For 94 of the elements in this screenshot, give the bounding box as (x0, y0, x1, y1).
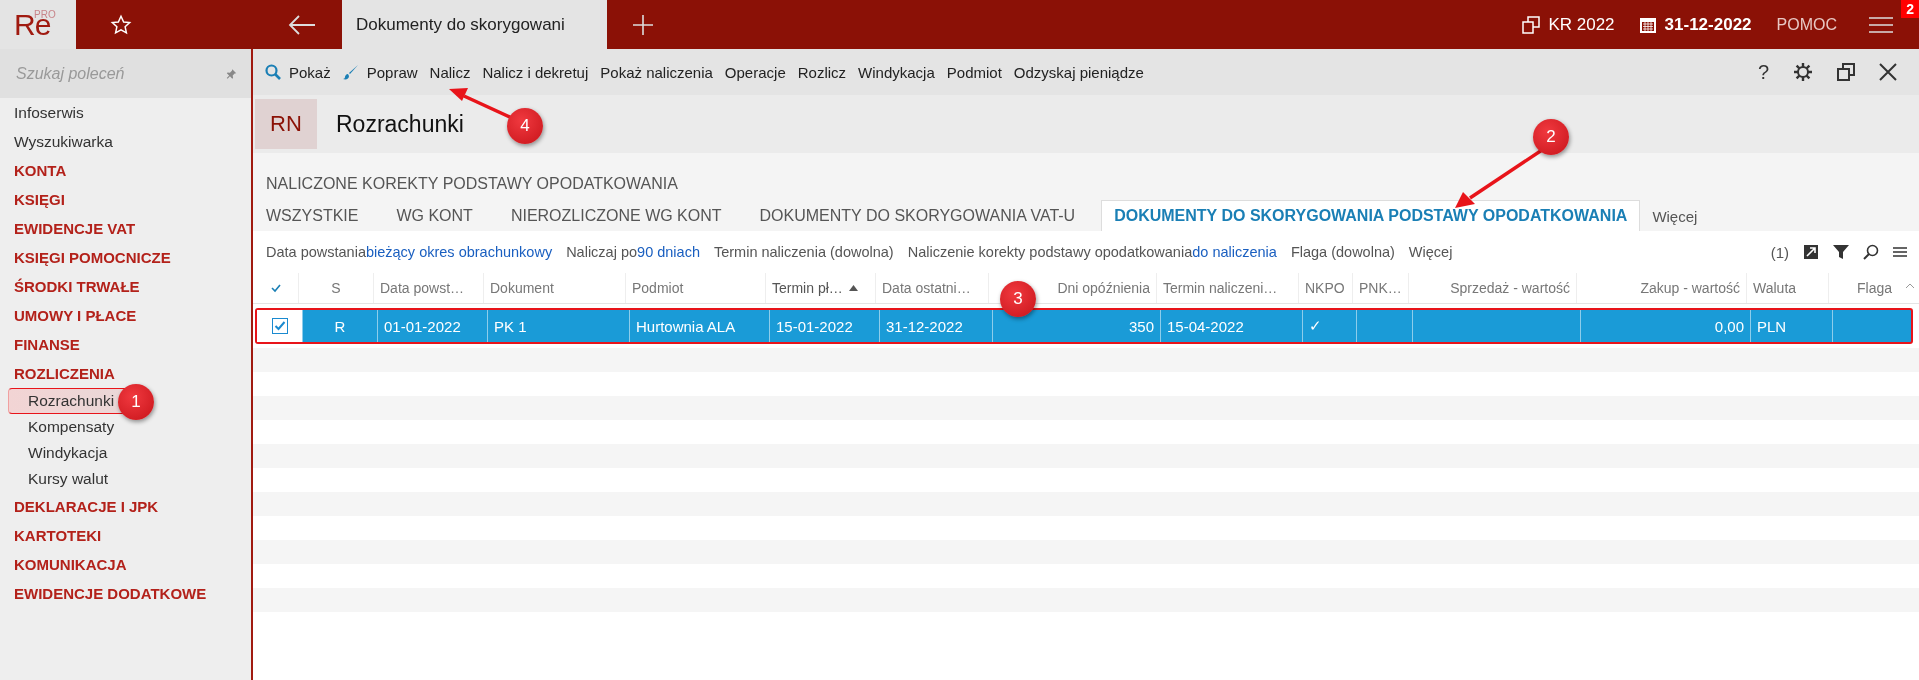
filter[interactable]: Więcej (1408, 244, 1453, 260)
sidebar-item[interactable]: Wyszukiwarka (0, 127, 251, 156)
filter[interactable]: Data powstaniabieżący okres obrachunkowy (266, 244, 553, 260)
close-icon[interactable] (1879, 63, 1897, 81)
column-header[interactable]: Dni opóźnienia (1057, 280, 1150, 296)
plus-icon[interactable] (632, 13, 654, 36)
subtab[interactable]: NALICZONE KOREKTY PODSTAWY OPODATKOWANIA (266, 175, 1919, 199)
page-title: Rozrachunki (336, 110, 464, 138)
sidebar-item[interactable]: KSIĘGI POMOCNICZE (0, 243, 251, 272)
menu-icon[interactable] (1893, 246, 1907, 258)
calendar-icon (1638, 15, 1657, 34)
column-header[interactable]: S (331, 280, 341, 296)
table-cell: 15-04-2022 (1167, 317, 1244, 335)
filter[interactable]: Termin naliczenia (dowolna) (713, 244, 894, 260)
sidebar-item[interactable]: Infoserwis (0, 98, 251, 127)
toolbar-button[interactable]: Operacje (718, 56, 792, 88)
table-cell: PLN (1757, 317, 1787, 335)
column-header[interactable]: Zakup - wartość (1640, 280, 1740, 296)
search-input[interactable]: Szukaj poleceń (14, 63, 226, 84)
help-link[interactable]: POMOC (1776, 15, 1837, 34)
pin-icon[interactable] (226, 66, 237, 81)
sidebar-item[interactable]: EWIDENCJE DODATKOWE (0, 579, 251, 608)
column-header[interactable]: Waluta (1753, 280, 1797, 296)
back-arrow-icon[interactable] (287, 13, 317, 36)
sidebar-item[interactable]: Windykacja (0, 440, 251, 466)
column-header[interactable]: Termin naliczeni… (1163, 280, 1278, 296)
notification-badge: 2 (1901, 0, 1919, 18)
table-cell: ✓ (1309, 317, 1322, 335)
sidebar-item[interactable]: KOMUNIKACJA (0, 550, 251, 579)
sidebar-item[interactable]: EWIDENCJE VAT (0, 214, 251, 243)
help-button[interactable]: ? (1757, 60, 1769, 84)
table-cell: R (334, 317, 346, 335)
column-header[interactable]: Data powst… (380, 280, 465, 296)
brush-icon (342, 64, 359, 80)
tab[interactable]: DOKUMENTY DO SKORYGOWANIA VAT-U (745, 207, 1090, 231)
working-date[interactable]: 31-12-2022 (1664, 14, 1752, 35)
table-cell: Hurtownia ALA (636, 317, 736, 335)
sidebar-item[interactable]: Kursy walut (0, 466, 251, 492)
restore-window-icon[interactable] (1837, 63, 1855, 81)
column-header[interactable]: PNK… (1359, 280, 1402, 296)
sidebar-item[interactable]: KONTA (0, 156, 251, 185)
table-cell: 31-12-2022 (886, 317, 963, 335)
toolbar-button[interactable]: Popraw (336, 56, 424, 88)
tab[interactable]: DOKUMENTY DO SKORYGOWANIA PODSTAWY OPODATKOWANIA (1101, 200, 1641, 231)
more-tab[interactable]: Więcej (1640, 208, 1712, 231)
column-header[interactable]: Podmiot (632, 280, 684, 296)
column-header[interactable]: Sprzedaż - wartość (1450, 280, 1570, 296)
tab[interactable]: WSZYSTKIE (266, 207, 373, 231)
filter-count: (1) (1770, 243, 1789, 261)
column-header[interactable]: Flaga (1856, 280, 1892, 296)
scroll-up-icon[interactable] (1905, 283, 1915, 289)
filter[interactable]: Naliczaj po90 dniach (566, 244, 700, 260)
row-checkbox[interactable] (271, 318, 288, 334)
toolbar-button[interactable]: Nalicz (423, 56, 477, 88)
toolbar-button[interactable]: Podmiot (940, 56, 1008, 88)
sort-ascending-icon (848, 285, 858, 291)
table-cell: 15-01-2022 (776, 317, 853, 335)
tab[interactable]: WG KONT (382, 207, 487, 231)
module-badge: RN (255, 99, 317, 149)
settings-icon[interactable] (1793, 62, 1813, 82)
search-icon[interactable] (1863, 244, 1879, 260)
search-icon (265, 64, 281, 80)
toolbar-button[interactable]: Pokaż naliczenia (594, 56, 719, 88)
column-header[interactable]: Data ostatni… (882, 280, 971, 296)
table-cell: 01-01-2022 (384, 317, 461, 335)
toolbar-button[interactable]: Pokaż (259, 56, 337, 88)
tab[interactable]: NIEROZLICZONE WG KONT (496, 207, 736, 231)
toolbar-button[interactable]: Nalicz i dekretuj (476, 56, 595, 88)
sidebar-item[interactable]: KSIĘGI (0, 185, 251, 214)
filter[interactable]: Flaga (dowolna) (1290, 244, 1395, 260)
column-header[interactable]: NKPO (1305, 280, 1345, 296)
column-header[interactable]: Termin pł… (772, 280, 843, 296)
sidebar-item[interactable]: DEKLARACJE I JPK (0, 492, 251, 521)
sidebar-item[interactable]: UMOWY I PŁACE (0, 301, 251, 330)
sidebar-item[interactable]: FINANSE (0, 330, 251, 359)
logo[interactable]: RePRO (0, 0, 76, 49)
column-header[interactable]: Dokument (490, 280, 554, 296)
toolbar-button[interactable]: Odzyskaj pieniądze (1007, 56, 1150, 88)
table-cell: PK 1 (494, 317, 527, 335)
export-icon[interactable] (1803, 244, 1819, 260)
table-cell: 350 (1128, 317, 1154, 335)
toolbar-button[interactable]: Rozlicz (791, 56, 853, 88)
filter-icon[interactable] (1833, 244, 1849, 260)
table-cell: 0,00 (1714, 317, 1744, 335)
search-field[interactable]: Szukaj poleceń (0, 49, 251, 98)
toolbar-button[interactable]: Windykacja (852, 56, 941, 88)
select-all-checkbox[interactable] (270, 283, 281, 293)
star-icon[interactable] (110, 13, 132, 36)
fiscal-year[interactable]: KR 2022 (1548, 14, 1615, 35)
document-tab[interactable]: Dokumenty do skorygowani (342, 0, 607, 49)
sidebar-item[interactable]: ŚRODKI TRWAŁE (0, 272, 251, 301)
sidebar-item[interactable]: KARTOTEKI (0, 521, 251, 550)
filter[interactable]: Naliczenie korekty podstawy opodatkowaniado naliczenia (907, 244, 1277, 260)
windows-icon (1522, 15, 1541, 34)
